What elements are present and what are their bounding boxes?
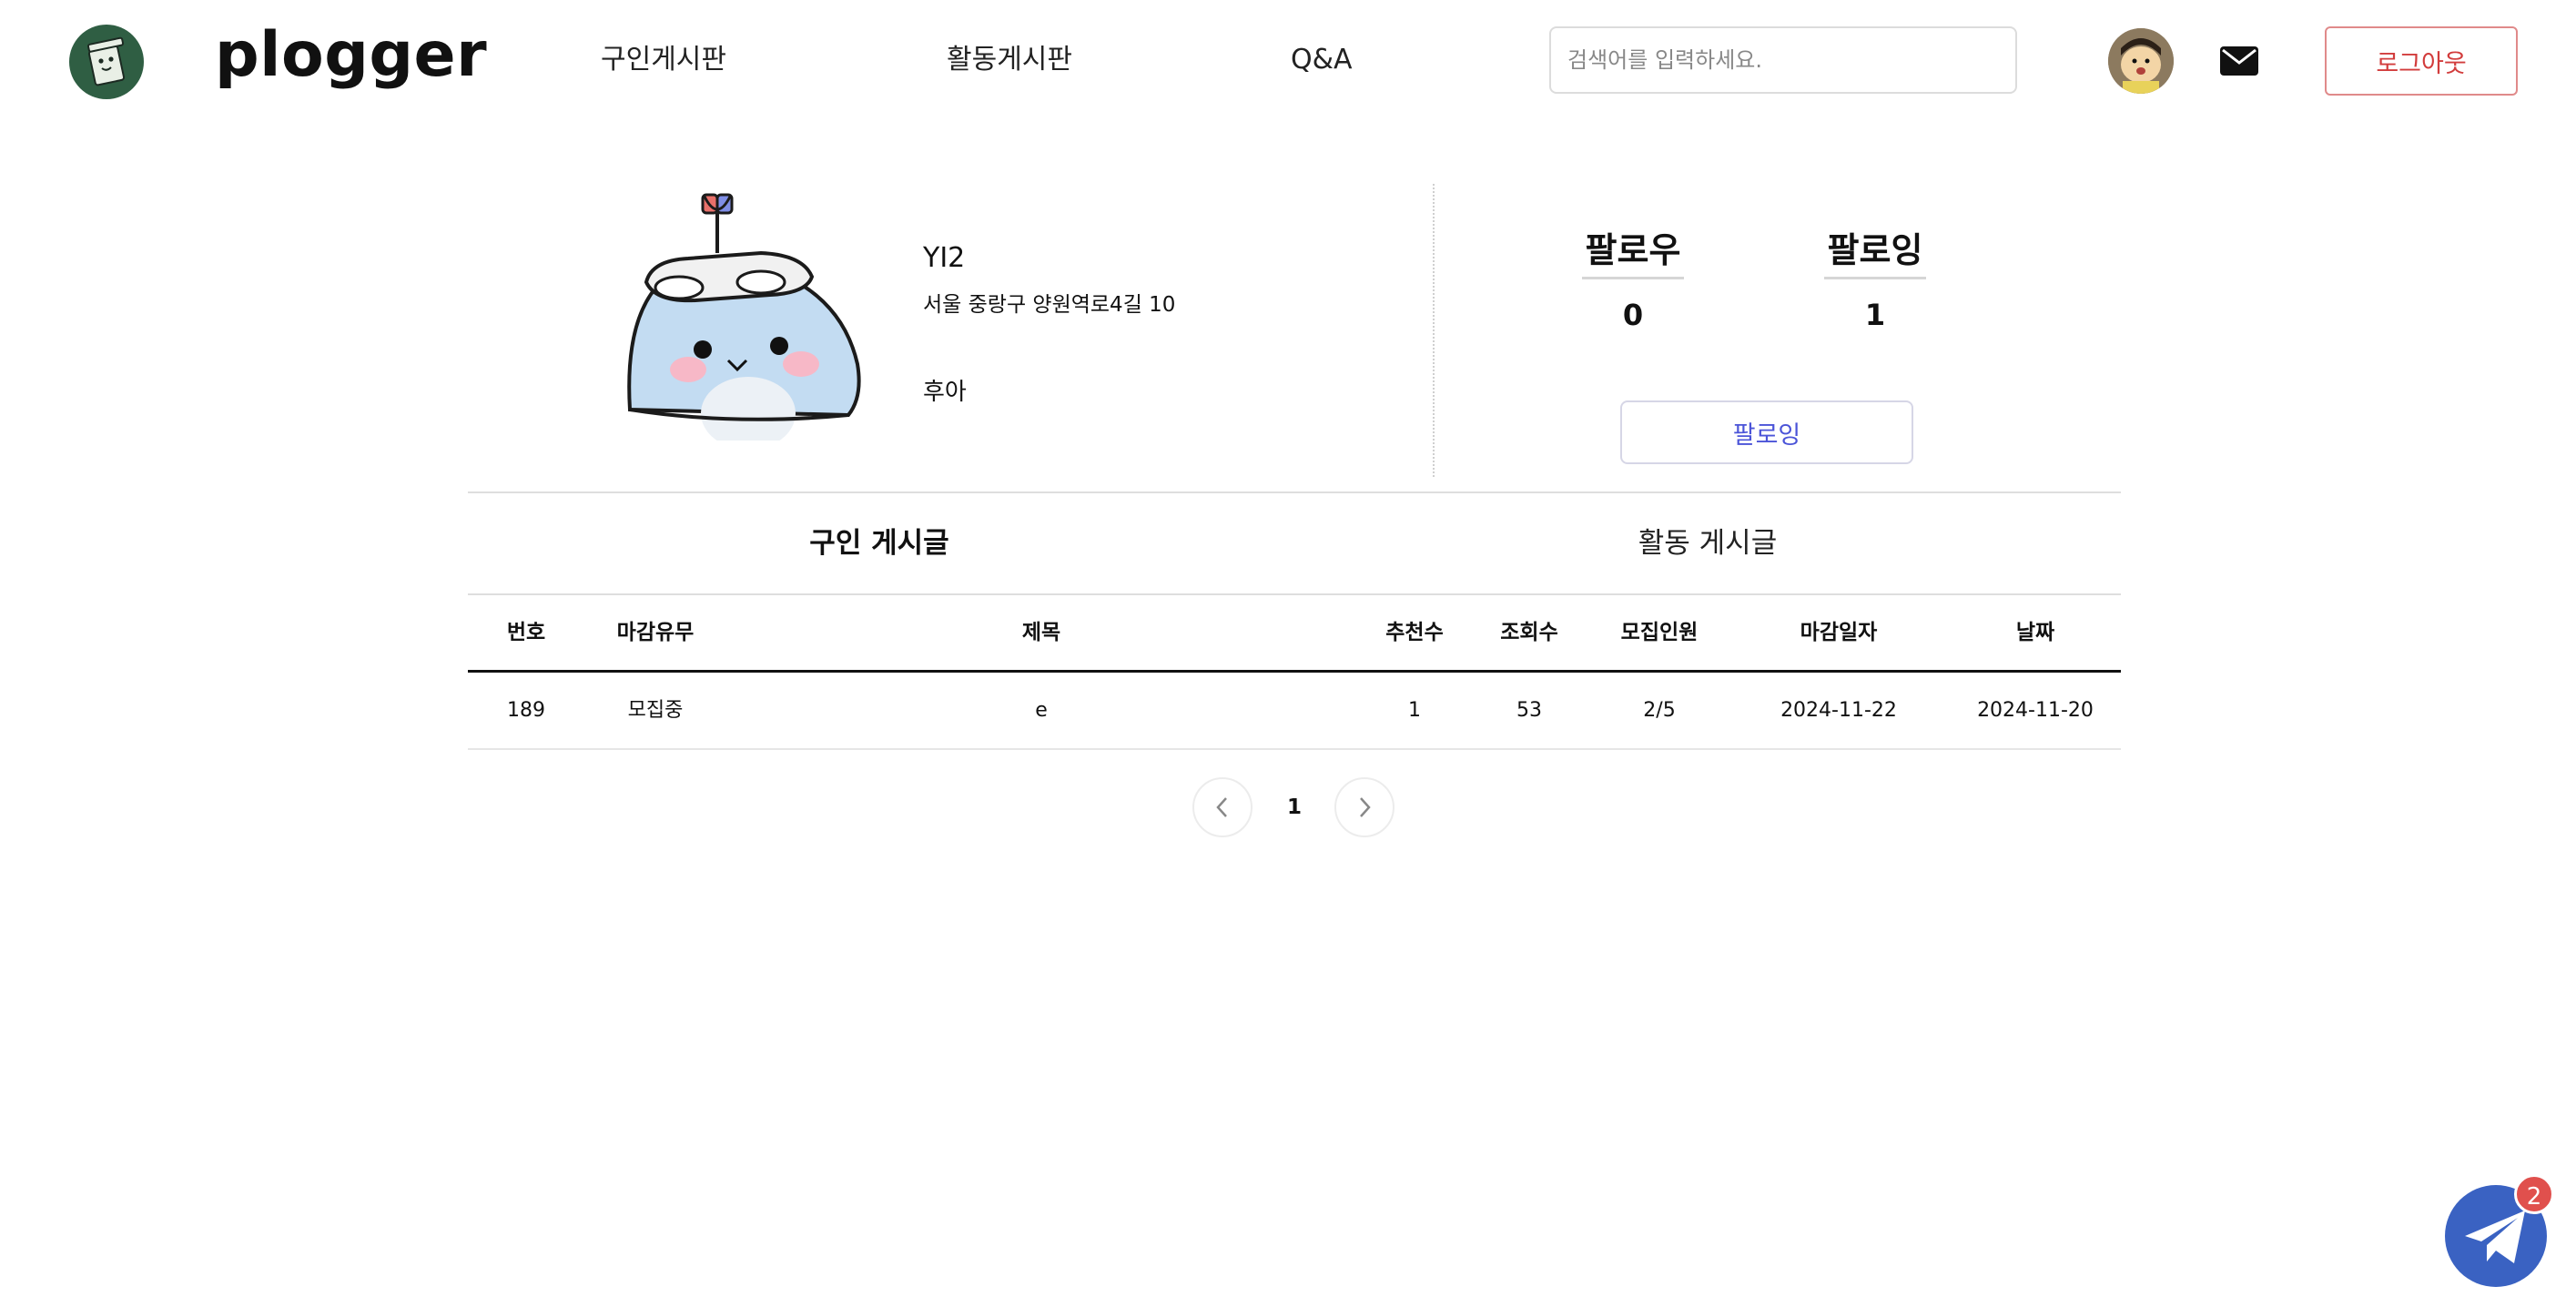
profile-address: 서울 중랑구 양원역로4길 10 <box>923 293 1176 317</box>
page-number-current[interactable]: 1 <box>1278 792 1311 823</box>
table-cell-likes: 1 <box>1408 699 1421 722</box>
follow-toggle-button[interactable]: 팔로잉 <box>1620 400 1913 464</box>
user-avatar[interactable] <box>2108 28 2174 94</box>
column-header-number: 번호 <box>506 621 546 644</box>
nav-qna[interactable]: Q&A <box>1291 40 1353 80</box>
section-divider <box>468 491 2121 493</box>
mail-icon[interactable] <box>2219 46 2259 76</box>
column-header-recruits: 모집인원 <box>1620 621 1699 644</box>
tabs-divider <box>468 593 2121 595</box>
table-header-line <box>468 670 2121 673</box>
followers-label[interactable]: 팔로우 <box>1582 226 1684 279</box>
avatar-image <box>2108 28 2174 94</box>
profile-username: YI2 <box>923 242 966 274</box>
column-header-title: 제목 <box>1021 621 1061 644</box>
column-header-views: 조회수 <box>1500 621 1558 644</box>
nav-activity-board[interactable]: 활동게시판 <box>947 40 1072 80</box>
table-cell-title[interactable]: e <box>952 695 1131 726</box>
table-cell-date: 2024-11-20 <box>1977 699 2094 722</box>
column-header-likes: 추천수 <box>1385 621 1444 644</box>
search-input[interactable] <box>1549 26 2017 94</box>
tab-activity-posts[interactable]: 활동 게시글 <box>1571 522 1844 564</box>
column-header-deadline: 마감일자 <box>1800 621 1878 644</box>
logout-button[interactable]: 로그아웃 <box>2325 26 2518 96</box>
chat-notification-badge: 2 <box>2514 1174 2554 1214</box>
table-cell-deadline: 2024-11-22 <box>1780 699 1897 722</box>
next-page-button[interactable] <box>1334 777 1394 837</box>
following-count: 1 <box>1864 298 1886 332</box>
table-cell-status: 모집중 <box>627 699 684 722</box>
nav-job-board[interactable]: 구인게시판 <box>601 40 726 80</box>
trash-can-mascot-icon <box>86 36 126 86</box>
table-cell-number: 189 <box>507 699 545 722</box>
site-logo[interactable] <box>69 25 144 99</box>
chevron-left-icon <box>1216 797 1227 817</box>
table-cell-recruits: 2/5 <box>1643 699 1676 722</box>
profile-divider <box>1433 184 1435 477</box>
column-header-status: 마감유무 <box>616 621 695 644</box>
following-label[interactable]: 팔로잉 <box>1824 226 1926 279</box>
prev-page-button[interactable] <box>1192 777 1253 837</box>
column-header-date: 날짜 <box>2015 621 2055 644</box>
table-cell-views: 53 <box>1516 699 1542 722</box>
profile-bio: 후아 <box>923 379 967 406</box>
table-row-divider <box>468 748 2121 750</box>
profile-image <box>627 193 861 441</box>
followers-count: 0 <box>1622 298 1644 332</box>
chevron-right-icon <box>1360 797 1371 817</box>
tab-job-posts[interactable]: 구인 게시글 <box>743 522 1016 564</box>
brand-title[interactable]: plogger <box>215 15 487 96</box>
